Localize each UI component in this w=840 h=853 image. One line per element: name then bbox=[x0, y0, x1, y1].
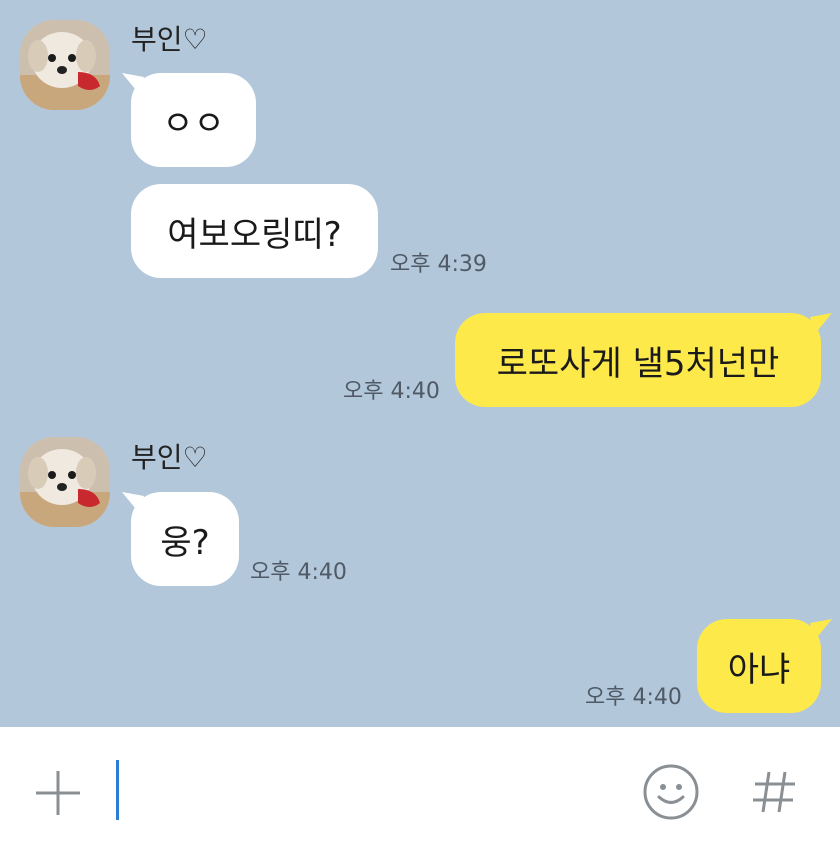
emoji-icon[interactable] bbox=[641, 762, 701, 822]
message-time: 오후 4:40 bbox=[343, 379, 440, 404]
message-time: 오후 4:39 bbox=[390, 252, 487, 277]
bubble-tail bbox=[810, 313, 832, 335]
hashtag-icon[interactable] bbox=[747, 764, 803, 820]
message-time: 오후 4:40 bbox=[250, 560, 347, 585]
plus-icon[interactable] bbox=[28, 763, 88, 823]
message-bubble[interactable]: 웅? bbox=[131, 492, 239, 586]
text-input-caret[interactable] bbox=[116, 760, 119, 820]
bubble-tail bbox=[810, 619, 832, 641]
message-bubble-sent[interactable]: 아냐 bbox=[697, 619, 821, 713]
sender-name: 부인♡ bbox=[131, 441, 208, 474]
avatar[interactable] bbox=[20, 20, 110, 110]
avatar[interactable] bbox=[20, 437, 110, 527]
message-bubble[interactable]: ㅇㅇ bbox=[131, 73, 256, 167]
dog-photo-icon bbox=[20, 437, 110, 527]
dog-photo-icon bbox=[20, 20, 110, 110]
chat-message-area[interactable]: 부인♡ ㅇㅇ 여보오링띠? 오후 4:39 로또사게 낼5처넌만 오후 4:40… bbox=[0, 0, 840, 727]
message-bubble[interactable]: 여보오링띠? bbox=[131, 184, 378, 278]
message-bubble-sent[interactable]: 로또사게 낼5처넌만 bbox=[455, 313, 821, 407]
message-input-bar bbox=[0, 727, 840, 853]
sender-name: 부인♡ bbox=[131, 23, 208, 56]
message-time: 오후 4:40 bbox=[585, 685, 682, 710]
